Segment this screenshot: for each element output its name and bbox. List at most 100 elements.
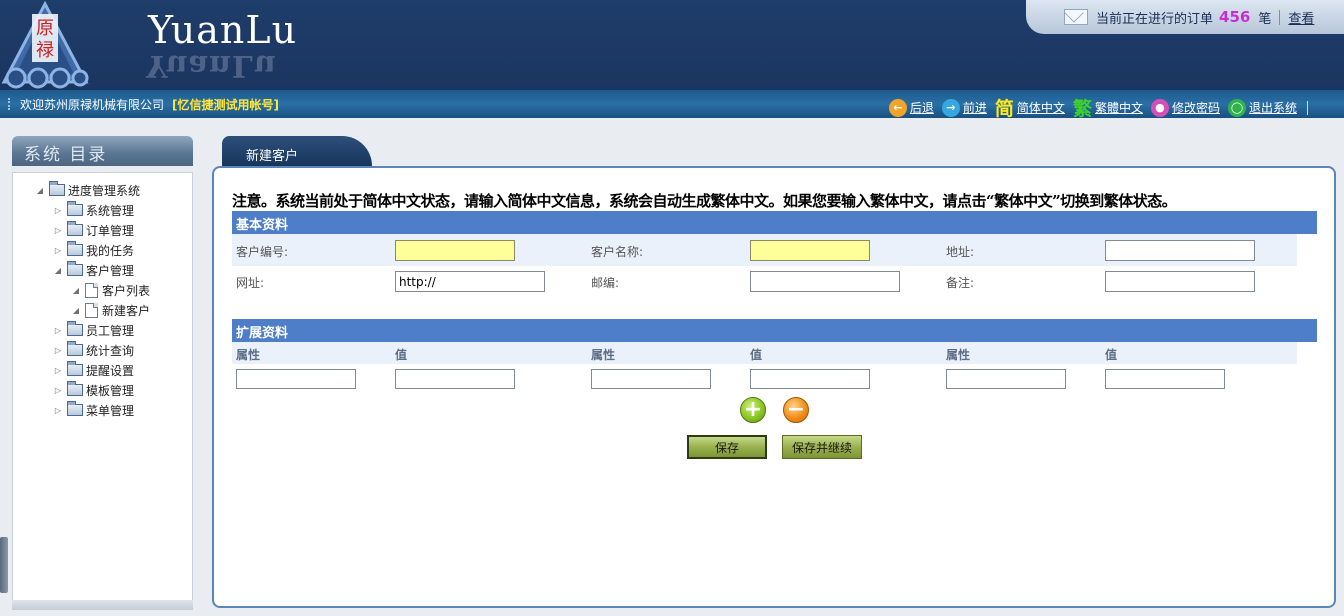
simplified-chinese-link[interactable]: 简 简体中文 <box>995 94 1065 121</box>
attr-input[interactable] <box>591 369 711 389</box>
sidebar-item-label: 客户列表 <box>102 283 151 298</box>
collapsed-arrow-icon: ▷ <box>54 325 62 335</box>
row-background <box>232 342 1297 364</box>
address-label: 地址: <box>946 245 975 259</box>
traditional-chinese-link[interactable]: 繁 繁體中文 <box>1073 94 1143 121</box>
remark-input[interactable] <box>1105 271 1255 292</box>
customer-name-input[interactable] <box>750 240 870 261</box>
sidebar-item-label: 我的任务 <box>86 243 135 258</box>
value-col-header: 值 <box>1105 348 1118 362</box>
sidebar-item-customer-list[interactable]: ◢ 客户列表 <box>71 281 150 299</box>
sidebar-item-customers[interactable]: ◢ 客户管理 <box>53 261 134 279</box>
add-row-button[interactable]: + <box>740 397 766 423</box>
folder-icon <box>67 321 83 336</box>
collapsed-arrow-icon: ▷ <box>54 385 62 395</box>
value-col-header: 值 <box>750 348 763 362</box>
bullet-icon: ◢ <box>72 285 80 295</box>
traditional-label: 繁體中文 <box>1094 101 1143 115</box>
sidebar-item-new-customer[interactable]: ◢ 新建客户 <box>71 301 150 319</box>
brand-reflection: YuanLu <box>146 48 277 83</box>
logout-link[interactable]: ◯ 退出系统 <box>1227 98 1297 117</box>
customer-no-input[interactable] <box>395 240 515 261</box>
save-button[interactable]: 保存 <box>687 435 767 459</box>
grip-dots <box>8 98 11 110</box>
top-links: ← 后退 → 前进 简 简体中文 繁 繁體中文 ● 修改密码 ◯ 退出系统 <box>881 94 1308 121</box>
value-col-header: 值 <box>395 348 408 362</box>
header: 原 禄 YuanLu YuanLu 当前正在进行的订单 456 笔 查看 <box>0 0 1344 90</box>
sidebar-item-menus[interactable]: ▷ 菜单管理 <box>53 401 134 419</box>
back-label: 后退 <box>909 101 934 115</box>
sidebar-footer <box>12 600 193 610</box>
forward-link[interactable]: → 前进 <box>941 98 987 117</box>
bullet-icon: ◢ <box>72 305 80 315</box>
folder-icon <box>67 201 83 216</box>
attr-input[interactable] <box>236 369 356 389</box>
notice-text: 注意。系统当前处于简体中文状态，请输入简体中文信息，系统会自动生成繁体中文。如果… <box>232 192 1177 210</box>
folder-icon <box>67 241 83 256</box>
divider <box>1307 100 1308 115</box>
website-label: 网址: <box>236 276 265 290</box>
traditional-icon: 繁 <box>1072 98 1092 120</box>
sidebar-item-label: 菜单管理 <box>86 403 135 418</box>
value-input[interactable] <box>750 369 870 389</box>
forward-arrow-icon: → <box>941 98 960 117</box>
sidebar-item-label: 新建客户 <box>102 303 151 318</box>
value-input[interactable] <box>395 369 515 389</box>
order-notice: 当前正在进行的订单 456 笔 查看 <box>1026 0 1344 34</box>
sidebar-item-reminders[interactable]: ▷ 提醒设置 <box>53 361 134 379</box>
back-arrow-icon: ← <box>888 98 907 117</box>
sidebar-item-system[interactable]: ▷ 系统管理 <box>53 201 134 219</box>
order-count: 456 <box>1219 8 1251 26</box>
folder-icon <box>49 181 65 196</box>
sidebar-item-label: 员工管理 <box>86 323 135 338</box>
expanded-arrow-icon: ◢ <box>54 265 62 275</box>
scroll-handle[interactable] <box>0 537 8 593</box>
simplified-label: 简体中文 <box>1016 101 1065 115</box>
zipcode-label: 邮编: <box>591 276 620 290</box>
back-link[interactable]: ← 后退 <box>888 98 934 117</box>
sidebar-item-statistics[interactable]: ▷ 统计查询 <box>53 341 134 359</box>
collapsed-arrow-icon: ▷ <box>54 365 62 375</box>
welcome-text: 欢迎苏州原禄机械有限公司 <box>20 97 165 112</box>
attr-col-header: 属性 <box>946 348 971 362</box>
remove-row-button[interactable]: − <box>783 397 809 423</box>
website-input[interactable] <box>395 271 545 292</box>
svg-text:禄: 禄 <box>36 40 54 61</box>
sidebar-item-employees[interactable]: ▷ 员工管理 <box>53 321 134 339</box>
expanded-arrow-icon: ◢ <box>36 185 44 195</box>
zipcode-input[interactable] <box>750 271 900 292</box>
address-input[interactable] <box>1105 240 1255 261</box>
view-orders-link[interactable]: 查看 <box>1288 8 1314 27</box>
tab-new-customer[interactable]: 新建客户 <box>222 136 372 166</box>
value-input[interactable] <box>1105 369 1225 389</box>
order-prefix: 当前正在进行的订单 <box>1096 11 1214 27</box>
customer-no-label: 客户编号: <box>236 245 289 259</box>
folder-icon <box>67 381 83 396</box>
attr-input[interactable] <box>946 369 1066 389</box>
sidebar-item-label: 统计查询 <box>86 343 135 358</box>
save-continue-button[interactable]: 保存并继续 <box>782 435 862 459</box>
tree-root-label: 进度管理系统 <box>68 183 141 198</box>
tree-root[interactable]: ◢ 进度管理系统 <box>35 181 140 199</box>
company-logo: 原 禄 <box>1 0 89 89</box>
collapsed-arrow-icon: ▷ <box>54 405 62 415</box>
lock-icon: ● <box>1150 98 1169 117</box>
collapsed-arrow-icon: ▷ <box>54 205 62 215</box>
collapsed-arrow-icon: ▷ <box>54 345 62 355</box>
sidebar-item-label: 订单管理 <box>86 223 135 238</box>
sidebar-item-label: 提醒设置 <box>86 363 135 378</box>
sidebar: 系统 目录 ◢ 进度管理系统 ▷ 系统管理 ▷ 订单管理 ▷ 我的任务 ◢ 客户… <box>12 136 193 610</box>
account-name: [忆信捷测试用帐号] <box>172 97 279 112</box>
minus-icon: − <box>786 397 806 422</box>
forward-label: 前进 <box>962 101 987 115</box>
power-icon: ◯ <box>1227 98 1246 117</box>
brand-name: YuanLu <box>148 8 298 52</box>
sidebar-item-tasks[interactable]: ▷ 我的任务 <box>53 241 134 259</box>
folder-icon <box>67 401 83 416</box>
change-password-link[interactable]: ● 修改密码 <box>1150 98 1220 117</box>
folder-icon <box>67 221 83 236</box>
sidebar-item-templates[interactable]: ▷ 模板管理 <box>53 381 134 399</box>
sidebar-item-orders[interactable]: ▷ 订单管理 <box>53 221 134 239</box>
folder-icon <box>67 361 83 376</box>
extended-info-header: 扩展资料 <box>232 319 1317 342</box>
